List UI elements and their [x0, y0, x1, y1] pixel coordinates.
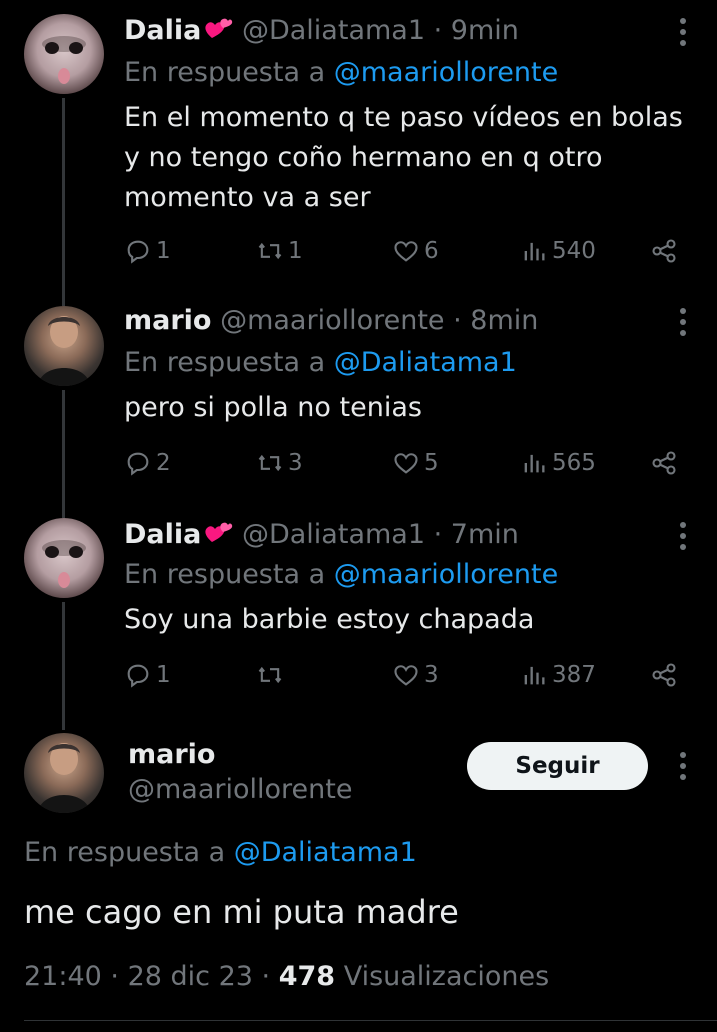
reply-prefix: En respuesta a	[124, 559, 334, 590]
reply-context: En respuesta a @Daliatama1	[24, 836, 417, 870]
author-handle[interactable]: @Daliatama1	[242, 15, 425, 46]
more-icon[interactable]	[679, 752, 687, 782]
like-icon	[394, 241, 418, 262]
retweet-icon	[258, 666, 282, 684]
action-bar: 1 1 6 540	[124, 234, 684, 268]
tweet-text: me cago en mi puta madre	[24, 893, 459, 931]
views-count: 540	[552, 238, 596, 264]
more-icon[interactable]	[679, 308, 687, 338]
tweet-text: En el momento q te paso vídeos en bolas …	[124, 102, 683, 213]
reply-context: En respuesta a @maariollorente	[124, 558, 558, 592]
tweet-text: pero si polla no tenias	[124, 392, 422, 423]
like-icon	[394, 453, 418, 474]
retweet-button[interactable]: 3	[256, 446, 303, 480]
views-count: 387	[552, 662, 596, 688]
share-button[interactable]	[650, 658, 682, 692]
reply-context: En respuesta a @Daliatama1	[124, 346, 517, 380]
author-handle[interactable]: @Daliatama1	[242, 519, 425, 550]
retweet-button[interactable]: 1	[256, 234, 303, 268]
reply-button[interactable]: 2	[124, 446, 171, 480]
follow-button[interactable]: Seguir	[467, 742, 648, 790]
views-label: Visualizaciones	[343, 961, 550, 992]
like-count: 6	[424, 238, 439, 264]
reply-icon	[127, 452, 149, 476]
author-name[interactable]: mario	[124, 305, 211, 336]
reply-context: En respuesta a @maariollorente	[124, 56, 558, 90]
like-button[interactable]: 3	[392, 658, 439, 692]
avatar[interactable]	[24, 518, 104, 598]
tweet-time[interactable]: 21:40	[24, 961, 102, 992]
reply-count: 2	[156, 450, 171, 476]
separator-dot: ·	[261, 961, 279, 992]
share-button[interactable]	[650, 234, 682, 268]
tweet[interactable]: Dalia @Daliatama1 · 9min En respuesta a …	[0, 0, 717, 300]
separator-dot: ·	[110, 961, 128, 992]
reply-icon	[127, 664, 149, 688]
more-icon[interactable]	[679, 522, 687, 552]
tweet[interactable]: Dalia @Daliatama1 · 7min En respuesta a …	[0, 514, 717, 724]
avatar[interactable]	[24, 14, 104, 94]
views-icon	[524, 666, 545, 685]
retweet-button[interactable]	[256, 658, 288, 692]
tweet-date[interactable]: 28 dic 23	[128, 961, 253, 992]
timestamp[interactable]: · 7min	[434, 519, 519, 550]
reply-prefix: En respuesta a	[124, 347, 334, 378]
divider	[24, 1020, 717, 1021]
mention-link[interactable]: @maariollorente	[334, 559, 558, 590]
heart-emoji	[205, 18, 233, 38]
like-button[interactable]: 5	[392, 446, 439, 480]
tweet[interactable]: mario @maariollorente · 8min En respuest…	[0, 300, 717, 510]
retweet-count: 1	[288, 238, 303, 264]
author-handle[interactable]: @maariollorente	[220, 305, 444, 336]
share-button[interactable]	[650, 446, 682, 480]
views-icon	[524, 242, 545, 261]
views-button[interactable]: 387	[520, 658, 596, 692]
retweet-icon	[258, 242, 282, 260]
views-total: 478	[278, 961, 336, 992]
timestamp[interactable]: · 9min	[434, 15, 519, 46]
reply-prefix: En respuesta a	[124, 57, 334, 88]
views-icon	[524, 454, 545, 473]
share-icon	[652, 451, 676, 475]
heart-emoji	[205, 522, 233, 542]
reply-button[interactable]: 1	[124, 658, 171, 692]
like-count: 3	[424, 662, 439, 688]
like-icon	[394, 665, 418, 686]
retweet-count: 3	[288, 450, 303, 476]
action-bar: 2 3 5 565	[124, 446, 684, 480]
more-icon[interactable]	[679, 18, 687, 48]
like-button[interactable]: 6	[392, 234, 439, 268]
author-name[interactable]: mario	[128, 738, 215, 772]
mention-link[interactable]: @maariollorente	[334, 57, 558, 88]
tweet-meta: 21:40 · 28 dic 23 · 478 Visualizaciones	[24, 960, 549, 994]
retweet-icon	[258, 454, 282, 472]
reply-count: 1	[156, 662, 171, 688]
author-name[interactable]: Dalia	[124, 519, 201, 550]
author-name[interactable]: Dalia	[124, 15, 201, 46]
views-count: 565	[552, 450, 596, 476]
reply-button[interactable]: 1	[124, 234, 171, 268]
action-bar: 1 3 387	[124, 658, 684, 692]
timestamp[interactable]: · 8min	[453, 305, 538, 336]
tweet-text: Soy una barbie estoy chapada	[124, 604, 535, 635]
mention-link[interactable]: @Daliatama1	[234, 837, 417, 868]
reply-prefix: En respuesta a	[24, 837, 234, 868]
author-handle[interactable]: @maariollorente	[128, 773, 352, 807]
views-button[interactable]: 565	[520, 446, 596, 480]
mention-link[interactable]: @Daliatama1	[334, 347, 517, 378]
reply-icon	[127, 240, 149, 264]
views-button[interactable]: 540	[520, 234, 596, 268]
avatar[interactable]	[24, 733, 104, 813]
like-count: 5	[424, 450, 439, 476]
avatar[interactable]	[24, 306, 104, 386]
share-icon	[652, 663, 676, 687]
reply-count: 1	[156, 238, 171, 264]
share-icon	[652, 239, 676, 263]
